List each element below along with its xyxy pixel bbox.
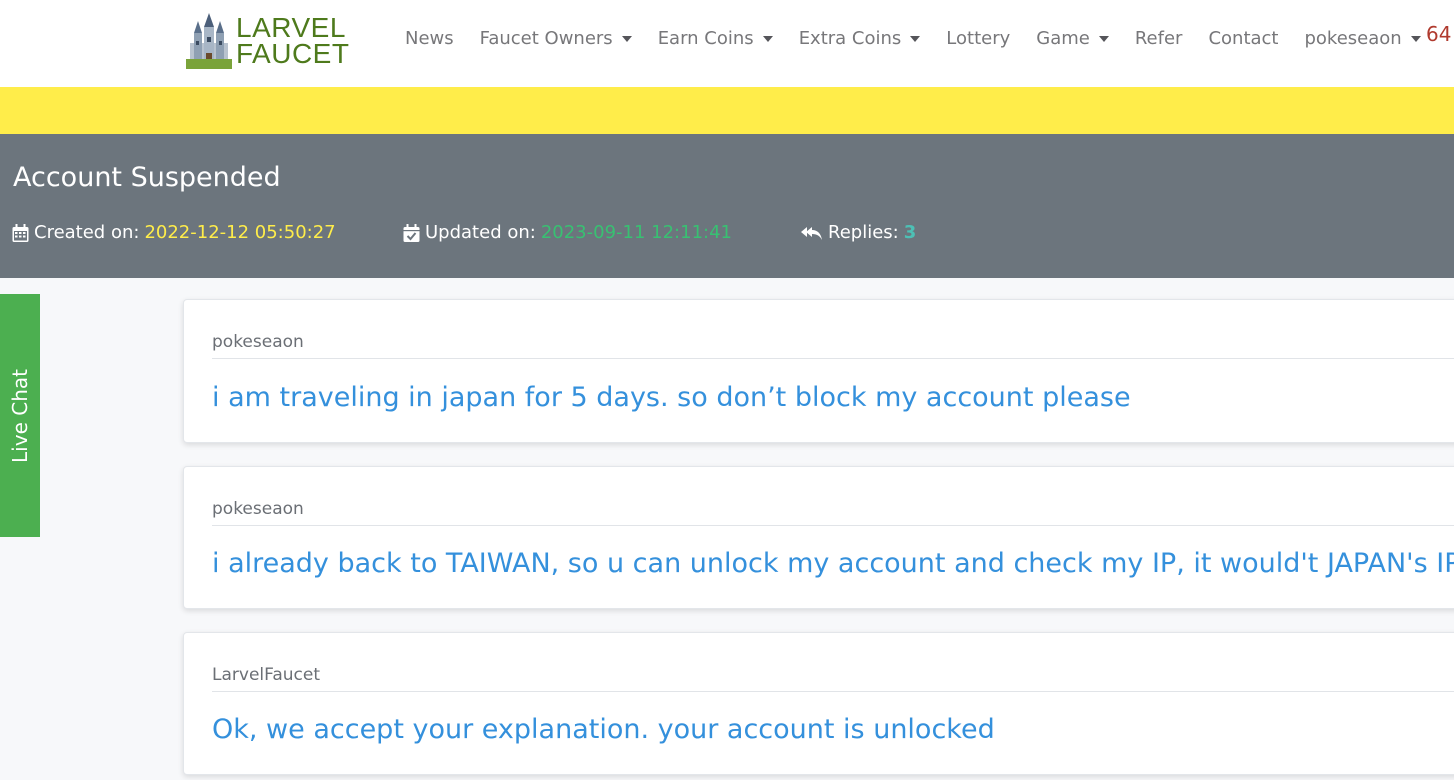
caret-down-icon (1410, 36, 1421, 42)
reply-author: pokeseaon (212, 332, 304, 352)
ticket-header: Account Suspended Created on: 2022-12-12… (0, 134, 1454, 278)
live-chat-label: Live Chat (8, 368, 32, 463)
caret-down-icon (910, 36, 921, 42)
nav-item-contact[interactable]: Contact (1195, 28, 1291, 49)
nav-item-lottery[interactable]: Lottery (933, 28, 1023, 49)
nav-item-label: Game (1036, 27, 1090, 49)
nav-item-label: Refer (1134, 27, 1183, 49)
brand-logo-link[interactable]: LARVEL FAUCET (186, 10, 349, 72)
card-divider (212, 358, 1454, 359)
nav-item-label: Earn Coins (657, 27, 754, 49)
caret-down-icon (762, 36, 773, 42)
reply-message: Ok, we accept your explanation. your acc… (212, 714, 995, 745)
nav-item-label: News (405, 27, 454, 49)
brand-text: LARVEL FAUCET (236, 14, 350, 69)
nav-item-faucet-owners[interactable]: Faucet Owners (467, 28, 645, 49)
nav-item-label: Contact (1208, 27, 1279, 49)
reply-all-icon (801, 225, 823, 241)
nav-item-refer[interactable]: Refer (1122, 28, 1196, 49)
calendar-check-icon (403, 223, 420, 242)
nav-item-news[interactable]: News (392, 28, 467, 49)
nav-item-label: Faucet Owners (479, 27, 613, 49)
nav-item-extra-coins[interactable]: Extra Coins (786, 28, 934, 49)
reply-card: pokeseaon i already back to TAIWAN, so u… (183, 466, 1454, 609)
replies-count: 3 (903, 222, 917, 243)
reply-author: pokeseaon (212, 499, 304, 519)
reply-message: i already back to TAIWAN, so u can unloc… (212, 548, 1454, 579)
navbar: LARVEL FAUCET News Faucet Owners Earn Co… (0, 0, 1454, 87)
brand-line-2: FAUCET (236, 38, 350, 69)
caret-down-icon (621, 36, 632, 42)
created-label: Created on: (34, 222, 140, 243)
replies-label: Replies: (828, 222, 899, 243)
card-divider (212, 691, 1454, 692)
ticket-title: Account Suspended (13, 162, 281, 193)
nav-item-game[interactable]: Game (1023, 28, 1122, 49)
replies-meta: Replies: 3 (801, 222, 916, 243)
announcement-bar (0, 87, 1454, 134)
live-chat-button[interactable]: Live Chat (0, 294, 40, 537)
nav-menu: News Faucet Owners Earn Coins Extra Coin… (392, 0, 1434, 76)
calendar-icon (12, 223, 29, 242)
reply-card: LarvelFaucet Ok, we accept your explanat… (183, 632, 1454, 775)
reply-card: pokeseaon i am traveling in japan for 5 … (183, 299, 1454, 443)
reply-message: i am traveling in japan for 5 days. so d… (212, 382, 1131, 413)
caret-down-icon (1098, 36, 1109, 42)
coin-balance[interactable]: 64 (1426, 22, 1451, 46)
updated-meta: Updated on: 2023-09-11 12:11:41 (403, 222, 732, 243)
updated-label: Updated on: (425, 222, 536, 243)
created-meta: Created on: 2022-12-12 05:50:27 (12, 222, 336, 243)
nav-item-label: Extra Coins (798, 27, 902, 49)
nav-item-user-menu[interactable]: pokeseaon (1291, 28, 1433, 49)
nav-item-earn-coins[interactable]: Earn Coins (645, 28, 786, 49)
card-divider (212, 525, 1454, 526)
reply-author: LarvelFaucet (212, 665, 321, 685)
castle-logo-icon (186, 13, 232, 69)
nav-item-label: Lottery (946, 27, 1011, 49)
nav-item-label: pokeseaon (1304, 27, 1402, 49)
created-value: 2022-12-12 05:50:27 (144, 222, 336, 243)
updated-value: 2023-09-11 12:11:41 (540, 222, 732, 243)
